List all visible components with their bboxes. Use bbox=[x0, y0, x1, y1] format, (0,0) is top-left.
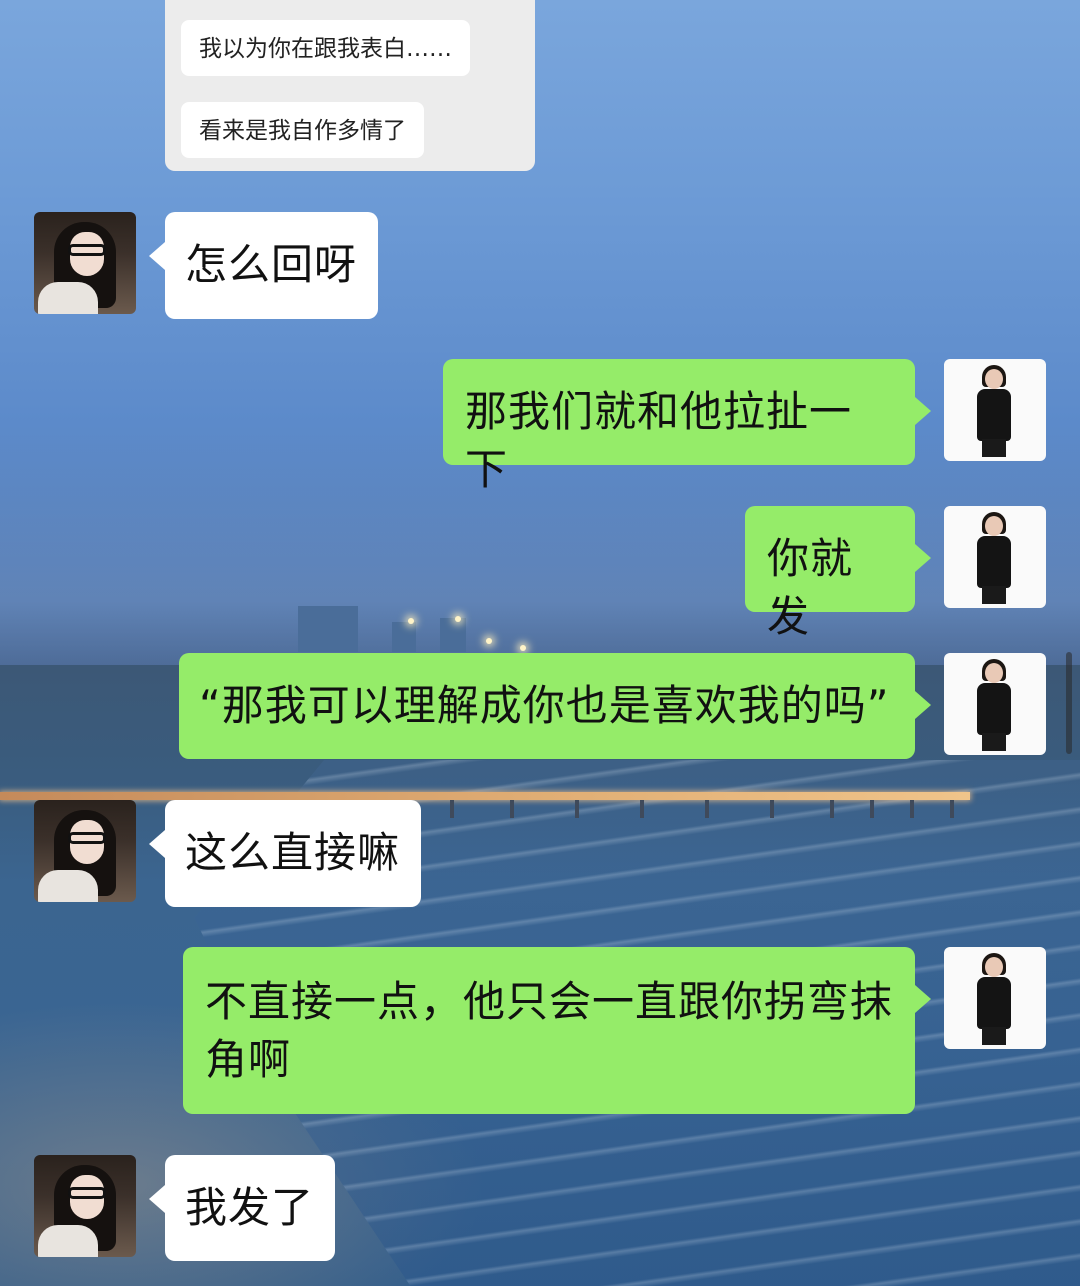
message-bubble-sent[interactable]: 你就发 bbox=[745, 506, 931, 641]
pier-post bbox=[910, 800, 914, 818]
scrollbar[interactable] bbox=[1066, 652, 1072, 754]
message-bubble-received[interactable]: 怎么回呀 bbox=[149, 212, 378, 319]
message-text: “那我可以理解成你也是喜欢我的吗” bbox=[199, 681, 890, 730]
quoted-message-line: 看来是我自作多情了 bbox=[181, 102, 424, 158]
message-text: 怎么回呀 bbox=[185, 240, 358, 289]
glasses-icon bbox=[68, 244, 106, 256]
background-light bbox=[520, 645, 526, 651]
message-text: 我发了 bbox=[185, 1183, 315, 1232]
background-pier bbox=[0, 792, 970, 800]
pier-post bbox=[510, 800, 514, 818]
avatar-suit bbox=[977, 536, 1011, 588]
avatar-shirt bbox=[38, 282, 98, 314]
quoted-message-line: 我以为你在跟我表白…… bbox=[181, 20, 470, 76]
message-bubble-received[interactable]: 我发了 bbox=[149, 1155, 335, 1261]
message-bubble-sent[interactable]: “那我可以理解成你也是喜欢我的吗” bbox=[179, 653, 931, 759]
avatar-suit bbox=[977, 683, 1011, 735]
pier-post bbox=[950, 800, 954, 818]
avatar-legs bbox=[982, 1027, 1006, 1045]
background-light bbox=[408, 618, 414, 624]
user-avatar[interactable] bbox=[944, 653, 1046, 755]
avatar-shirt bbox=[38, 1225, 98, 1257]
avatar-suit bbox=[977, 389, 1011, 441]
message-bubble-sent[interactable]: 那我们就和他拉扯一下 bbox=[443, 359, 931, 494]
avatar-legs bbox=[982, 439, 1006, 457]
user-avatar[interactable] bbox=[944, 947, 1046, 1049]
contact-avatar[interactable] bbox=[34, 212, 136, 314]
contact-avatar[interactable] bbox=[34, 1155, 136, 1257]
user-avatar[interactable] bbox=[944, 359, 1046, 461]
message-text: 不直接一点，他只会一直跟你拐弯抹角啊 bbox=[205, 977, 894, 1084]
background-light bbox=[486, 638, 492, 644]
avatar-shirt bbox=[38, 870, 98, 902]
pier-post bbox=[870, 800, 874, 818]
avatar-face bbox=[985, 369, 1003, 389]
pier-post bbox=[830, 800, 834, 818]
avatar-legs bbox=[982, 586, 1006, 604]
contact-avatar[interactable] bbox=[34, 800, 136, 902]
avatar-face bbox=[985, 516, 1003, 536]
avatar-suit bbox=[977, 977, 1011, 1029]
background-building bbox=[298, 606, 358, 652]
pier-post bbox=[575, 800, 579, 818]
message-text: 这么直接嘛 bbox=[185, 828, 401, 877]
background-light bbox=[455, 616, 461, 622]
pier-post bbox=[705, 800, 709, 818]
pier-post bbox=[770, 800, 774, 818]
user-avatar[interactable] bbox=[944, 506, 1046, 608]
pier-post bbox=[640, 800, 644, 818]
message-bubble-received[interactable]: 这么直接嘛 bbox=[149, 800, 421, 907]
avatar-face bbox=[985, 957, 1003, 977]
pier-post bbox=[450, 800, 454, 818]
glasses-icon bbox=[68, 832, 106, 844]
avatar-face bbox=[985, 663, 1003, 683]
background-building bbox=[392, 622, 416, 652]
message-bubble-sent[interactable]: 不直接一点，他只会一直跟你拐弯抹角啊 bbox=[183, 947, 931, 1114]
background-building bbox=[440, 618, 466, 652]
glasses-icon bbox=[68, 1187, 106, 1199]
avatar-legs bbox=[982, 733, 1006, 751]
